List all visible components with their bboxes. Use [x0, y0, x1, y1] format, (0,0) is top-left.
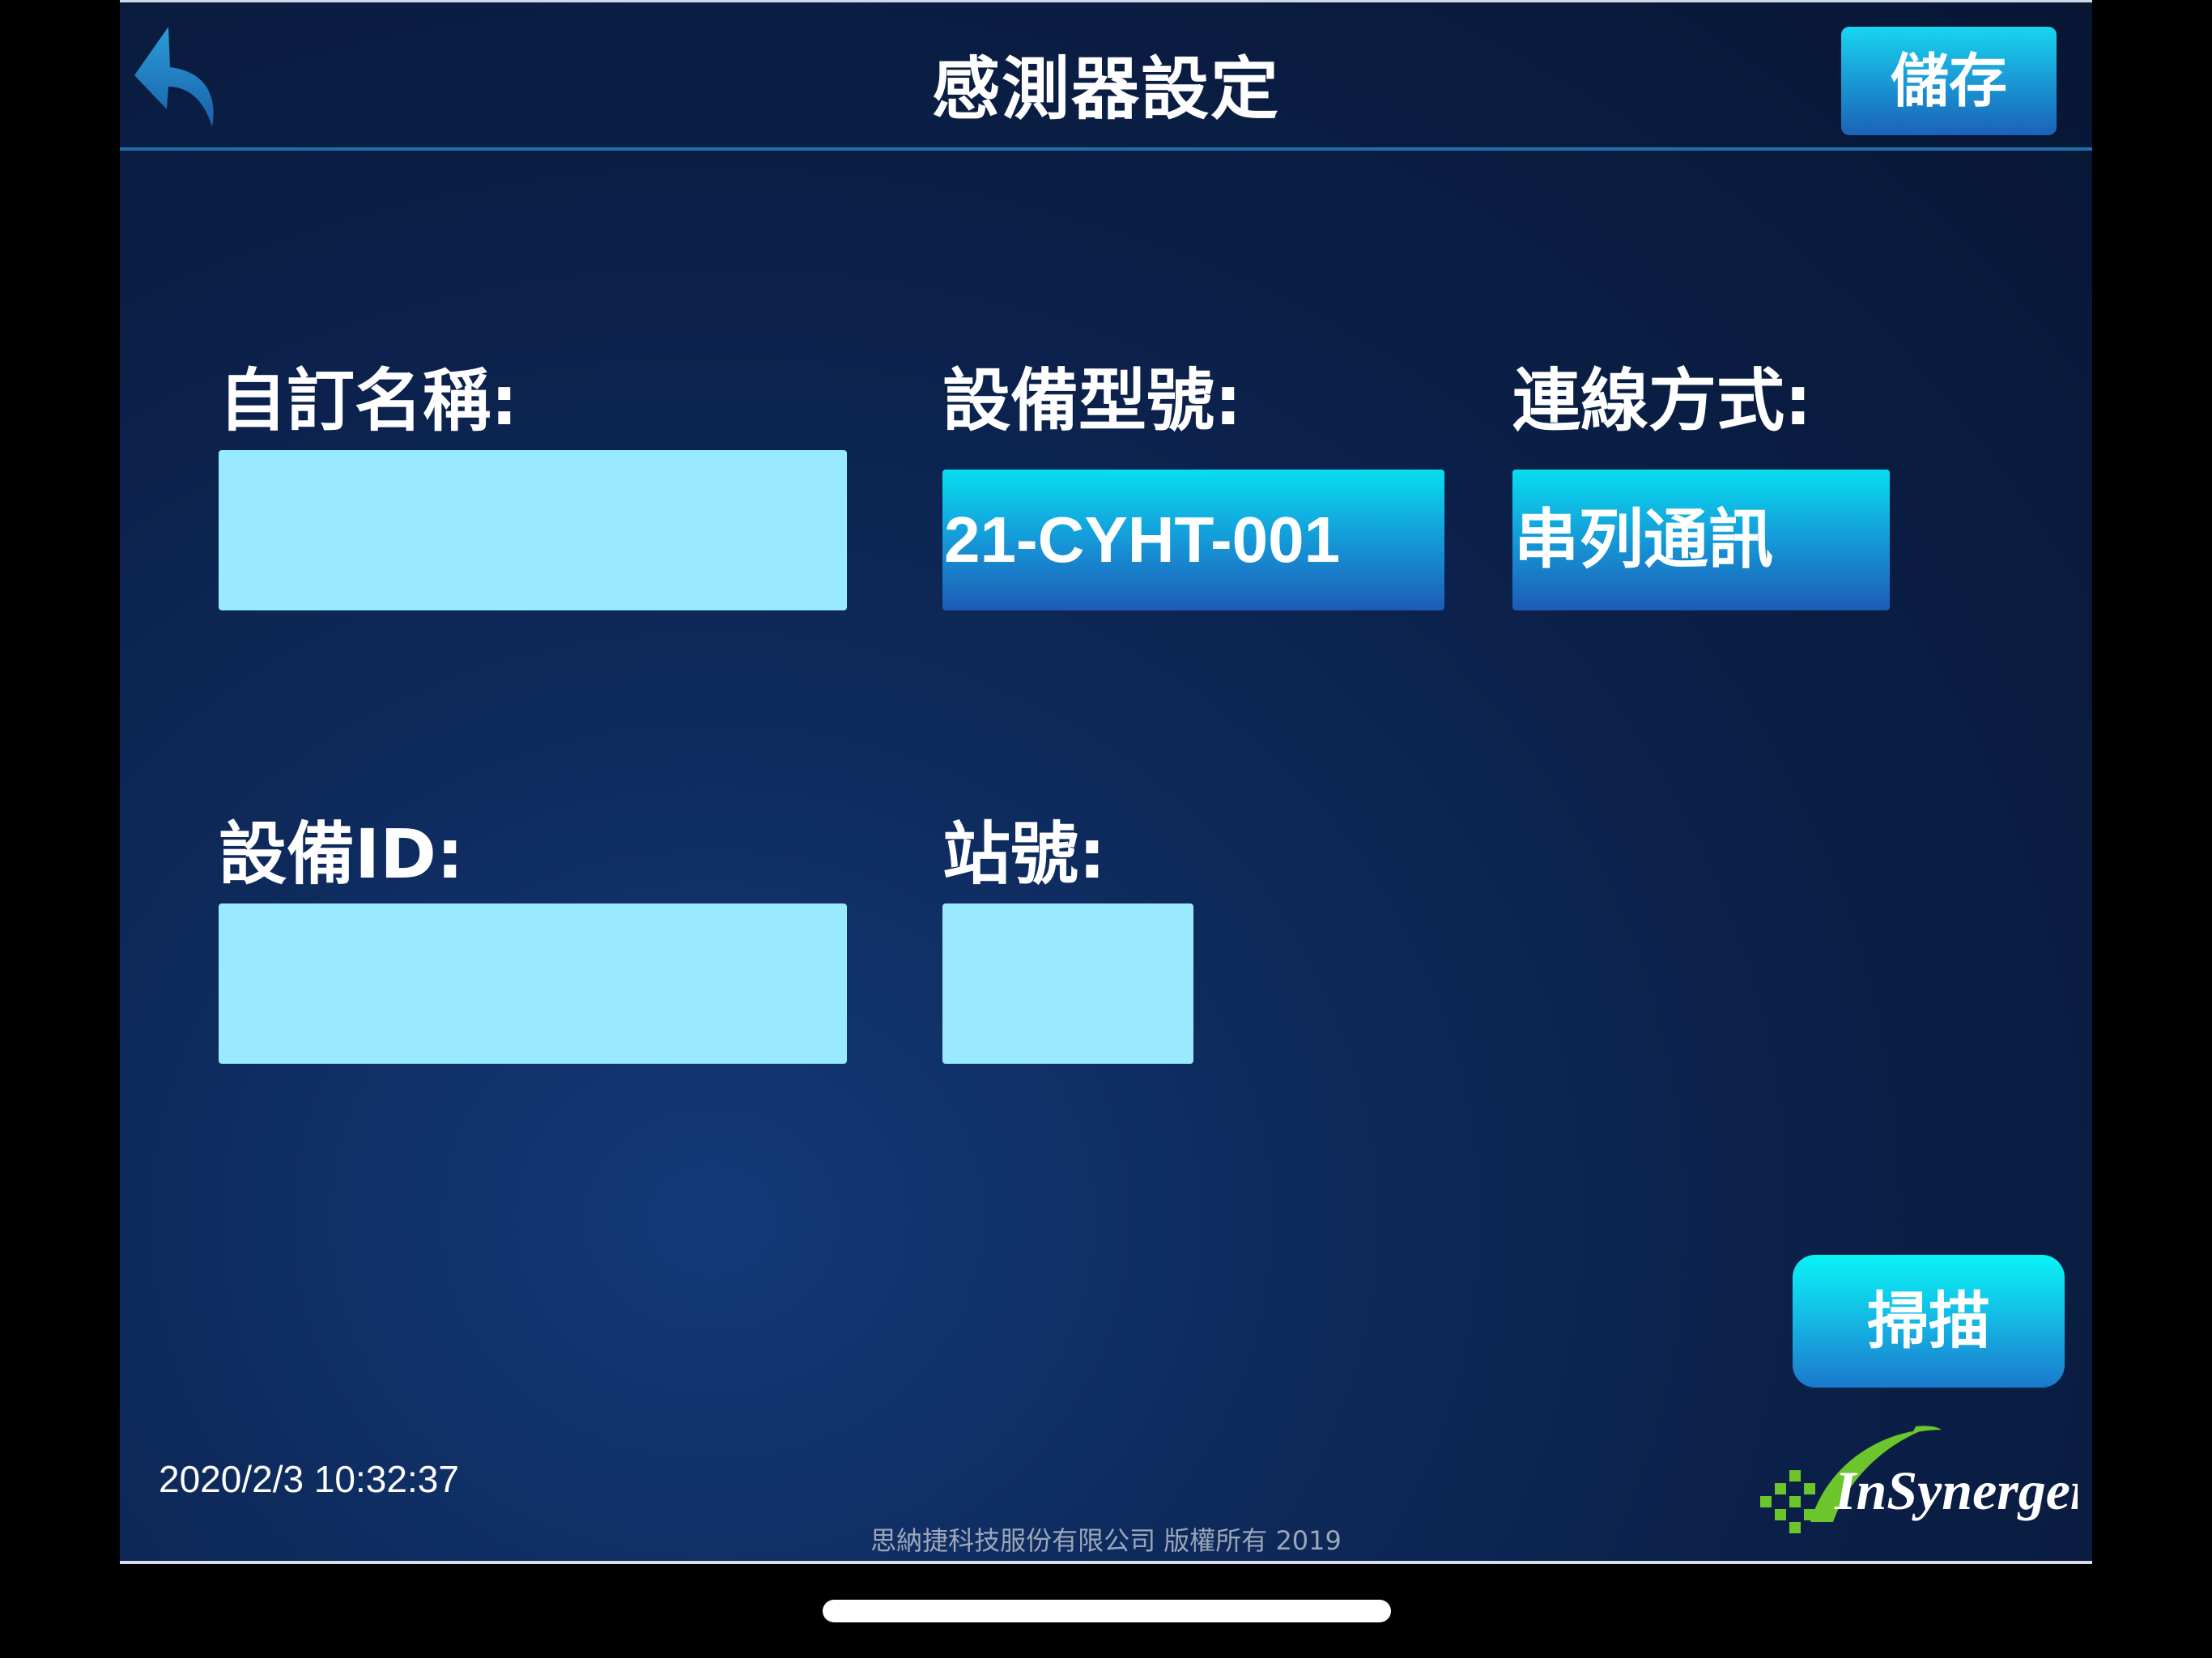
home-indicator[interactable] — [823, 1600, 1391, 1622]
save-button[interactable]: 儲存 — [1841, 27, 2057, 135]
header-bar: 感測器設定 儲存 — [120, 0, 2092, 151]
station-number-input[interactable] — [942, 903, 1193, 1064]
bottom-divider — [120, 1561, 2092, 1564]
device-model-label: 設備型號: — [942, 361, 1242, 440]
custom-name-input[interactable] — [219, 450, 847, 610]
connection-method-label: 連線方式: — [1512, 361, 1812, 440]
page-title: 感測器設定 — [931, 49, 1280, 129]
scan-button[interactable]: 掃描 — [1793, 1255, 2065, 1388]
custom-name-label: 自訂名稱: — [219, 361, 518, 440]
connection-method-select[interactable]: 串列通訊 — [1512, 470, 1890, 610]
device-id-input[interactable] — [219, 903, 847, 1064]
timestamp: 2020/2/3 10:32:37 — [159, 1458, 459, 1500]
logo-text: InSynerger — [1834, 1460, 2078, 1521]
station-number-label: 站號: — [942, 814, 1106, 894]
device-id-label: 設備ID: — [219, 814, 464, 894]
sensor-settings-screen: 感測器設定 儲存 自訂名稱: 設備型號: 21-CYHT-001 連線方式: 串… — [120, 0, 2092, 1564]
device-model-select[interactable]: 21-CYHT-001 — [942, 470, 1444, 610]
insynerger-logo: InSynerger — [1754, 1418, 2092, 1556]
